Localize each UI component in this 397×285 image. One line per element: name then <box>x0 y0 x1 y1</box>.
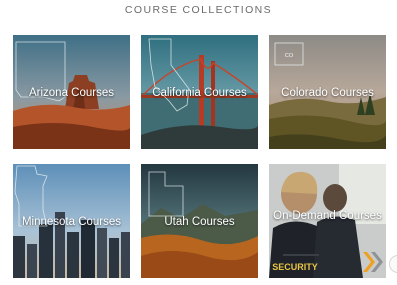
tile-label-california: California Courses <box>152 87 247 99</box>
tile-label-colorado: Colorado Courses <box>281 87 374 99</box>
section-title: COURSE COLLECTIONS <box>124 4 273 16</box>
collection-tile-utah[interactable]: Utah Courses <box>141 164 258 278</box>
tile-label-utah: Utah Courses <box>164 216 235 228</box>
collection-tile-arizona[interactable]: Arizona Courses <box>13 35 130 149</box>
colorado-map-label: CO <box>285 53 294 59</box>
chevron-right-icon <box>363 252 383 272</box>
collection-tile-on-demand[interactable]: SECURITY On-Demand Courses <box>269 164 386 278</box>
collection-tile-minnesota[interactable]: Minnesota Courses <box>13 164 130 278</box>
security-vest-text: SECURITY <box>272 262 318 272</box>
collection-tile-california[interactable]: California Courses <box>141 35 258 149</box>
tile-label-minnesota: Minnesota Courses <box>21 216 122 228</box>
collection-tile-colorado[interactable]: CO Colorado Courses <box>269 35 386 149</box>
tile-label-arizona: Arizona Courses <box>28 87 114 99</box>
tile-label-on-demand: On-Demand Courses <box>273 210 382 222</box>
carousel-next-button[interactable] <box>389 255 397 273</box>
